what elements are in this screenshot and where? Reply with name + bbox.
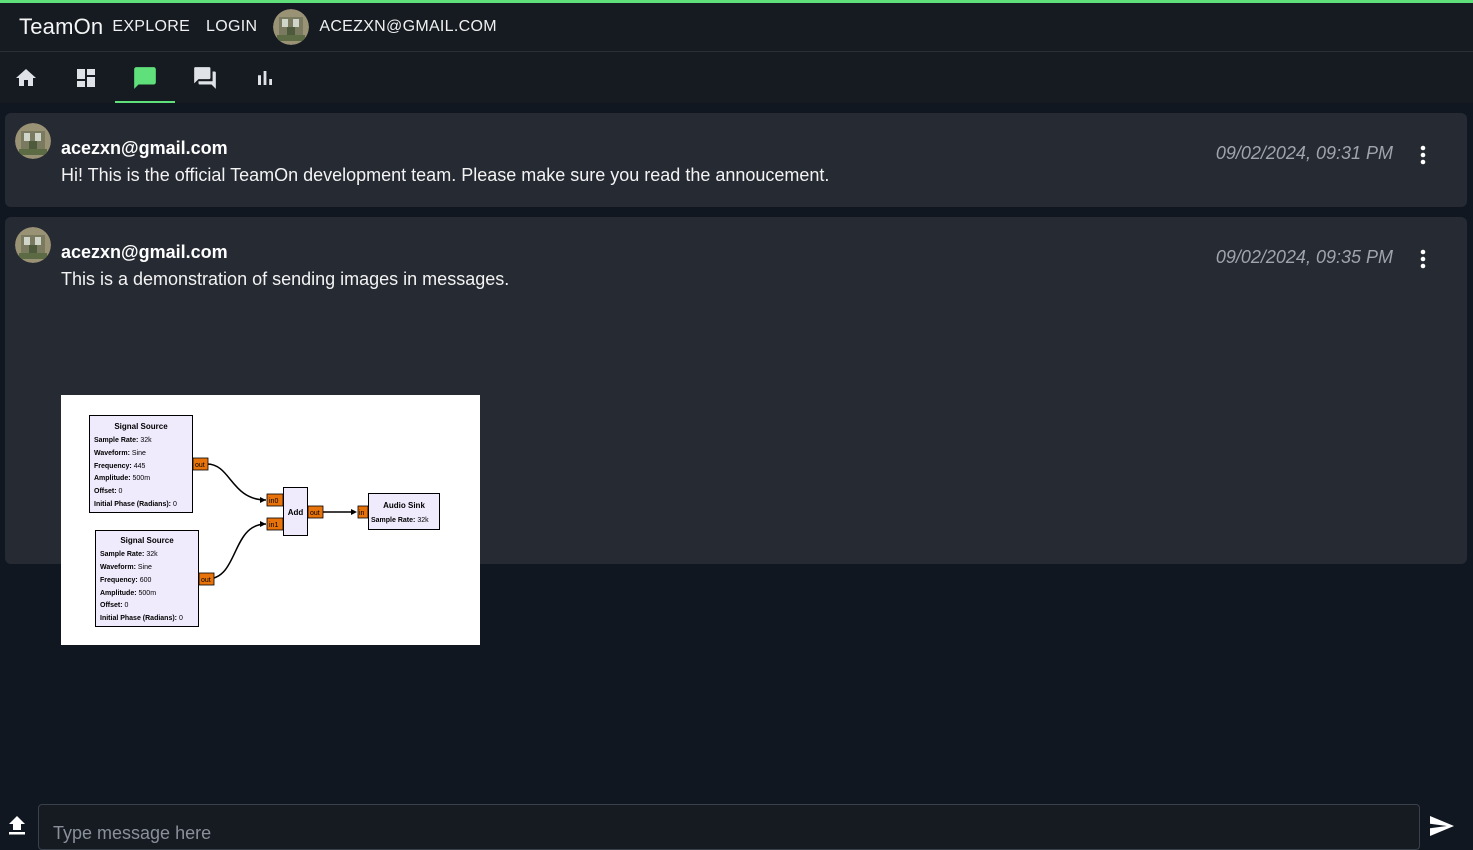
chat-icon xyxy=(134,66,156,89)
param-value: 0 xyxy=(125,602,129,609)
param-value: 0 xyxy=(179,615,183,622)
tab-bar xyxy=(0,52,1473,103)
user-avatar[interactable] xyxy=(273,9,310,45)
param-value: Sine xyxy=(132,450,146,457)
port-label: in xyxy=(359,510,365,517)
explore-link[interactable]: EXPLORE xyxy=(112,18,190,36)
signal-source-block-1: Signal Source Sample Rate: 32k Waveform:… xyxy=(89,415,209,513)
message-timestamp: 09/02/2024, 09:35 PM xyxy=(1215,247,1393,267)
param-value: 445 xyxy=(134,463,146,470)
svg-text:Frequency: 600: Frequency: 600 xyxy=(100,577,151,584)
tab-home[interactable] xyxy=(0,52,56,103)
port-label: out xyxy=(310,510,320,517)
param-label: Sample Rate: xyxy=(371,517,415,524)
message-input[interactable] xyxy=(38,804,1420,850)
user-email[interactable]: ACEZXN@GMAIL.COM xyxy=(319,18,497,36)
svg-text:Sample Rate: 32k: Sample Rate: 32k xyxy=(94,437,152,444)
flow-connection xyxy=(206,523,267,580)
svg-text:Offset: 0: Offset: 0 xyxy=(94,488,123,495)
param-label: Offset: xyxy=(94,488,117,495)
svg-text:Initial Phase (Radians): 0: Initial Phase (Radians): 0 xyxy=(100,615,183,622)
signal-source-block-2: Signal Source Sample Rate: 32k Waveform:… xyxy=(95,530,215,627)
param-label: Offset: xyxy=(100,602,123,609)
param-label: Amplitude: xyxy=(94,475,131,482)
tab-dashboard[interactable] xyxy=(56,52,116,103)
port-label: in1 xyxy=(269,522,278,529)
param-label: Initial Phase (Radians): xyxy=(94,501,171,508)
home-icon xyxy=(16,68,36,86)
tab-chat[interactable] xyxy=(115,52,175,103)
more-vert-icon xyxy=(1420,249,1426,269)
block-title: Signal Source xyxy=(114,422,168,431)
message-author[interactable]: acezxn@gmail.com xyxy=(61,138,228,159)
message-card: acezxn@gmail.com Hi! This is the officia… xyxy=(5,113,1467,207)
svg-text:Waveform: Sine: Waveform: Sine xyxy=(94,450,146,457)
svg-text:Amplitude: 500m: Amplitude: 500m xyxy=(100,590,156,597)
bar-chart-icon xyxy=(258,70,272,85)
send-icon xyxy=(1430,816,1454,836)
param-value: 0 xyxy=(173,501,177,508)
block-title: Audio Sink xyxy=(383,501,425,510)
port-label: out xyxy=(201,577,211,584)
more-vert-icon xyxy=(1420,145,1426,165)
port-label: out xyxy=(195,462,205,469)
param-value: Sine xyxy=(138,564,152,571)
param-value: 32k xyxy=(417,517,429,524)
param-value: 32k xyxy=(140,437,152,444)
upload-button[interactable] xyxy=(6,812,28,838)
svg-text:Initial Phase (Radians): 0: Initial Phase (Radians): 0 xyxy=(94,501,177,508)
param-label: Waveform: xyxy=(94,450,130,457)
message-author[interactable]: acezxn@gmail.com xyxy=(61,242,228,263)
flow-connection xyxy=(206,463,267,501)
param-value: 32k xyxy=(146,551,158,558)
message-card: acezxn@gmail.com This is a demonstration… xyxy=(5,217,1467,645)
tab-forum[interactable] xyxy=(175,52,235,103)
block-title: Signal Source xyxy=(120,536,174,545)
svg-text:Amplitude: 500m: Amplitude: 500m xyxy=(94,475,150,482)
param-label: Sample Rate: xyxy=(94,437,138,444)
app-header: TeamOn EXPLORE LOGIN ACEZXN@GMAIL.COM xyxy=(0,3,1473,52)
upload-icon xyxy=(9,816,25,835)
audio-sink-block: in Audio Sink Sample Rate: 32k xyxy=(357,493,440,530)
svg-text:Waveform: Sine: Waveform: Sine xyxy=(100,564,152,571)
svg-text:Offset: 0: Offset: 0 xyxy=(100,602,129,609)
block-title: Add xyxy=(288,508,304,517)
tab-stats[interactable] xyxy=(235,52,295,103)
message-menu-button[interactable] xyxy=(1413,143,1433,167)
port-label: in0 xyxy=(269,498,278,505)
author-avatar[interactable] xyxy=(15,227,51,263)
message-text: Hi! This is the official TeamOn developm… xyxy=(61,165,830,185)
param-label: Amplitude: xyxy=(100,590,137,597)
param-value: 0 xyxy=(119,488,123,495)
param-label: Sample Rate: xyxy=(100,551,144,558)
param-value: 600 xyxy=(140,577,152,584)
send-button[interactable] xyxy=(1428,813,1456,839)
param-value: 500m xyxy=(139,590,157,597)
brand-logo[interactable]: TeamOn xyxy=(19,14,103,40)
message-menu-button[interactable] xyxy=(1413,247,1433,271)
svg-text:Sample Rate: 32k: Sample Rate: 32k xyxy=(100,551,158,558)
message-text: This is a demonstration of sending image… xyxy=(61,269,510,289)
svg-text:Frequency: 445: Frequency: 445 xyxy=(94,463,145,470)
dashboard-icon xyxy=(77,68,95,87)
message-image-flowgraph[interactable]: Signal Source Sample Rate: 32k Waveform:… xyxy=(61,395,480,645)
param-value: 500m xyxy=(133,475,151,482)
author-avatar[interactable] xyxy=(15,123,51,159)
add-block: in0 in1 Add out xyxy=(266,487,324,536)
param-label: Initial Phase (Radians): xyxy=(100,615,177,622)
login-link[interactable]: LOGIN xyxy=(206,18,257,36)
forum-icon xyxy=(194,66,216,89)
param-label: Frequency: xyxy=(100,577,138,584)
svg-text:Sample Rate: 32k: Sample Rate: 32k xyxy=(371,517,429,524)
param-label: Waveform: xyxy=(100,564,136,571)
param-label: Frequency: xyxy=(94,463,132,470)
message-composer xyxy=(0,804,1473,850)
message-timestamp: 09/02/2024, 09:31 PM xyxy=(1215,143,1393,163)
